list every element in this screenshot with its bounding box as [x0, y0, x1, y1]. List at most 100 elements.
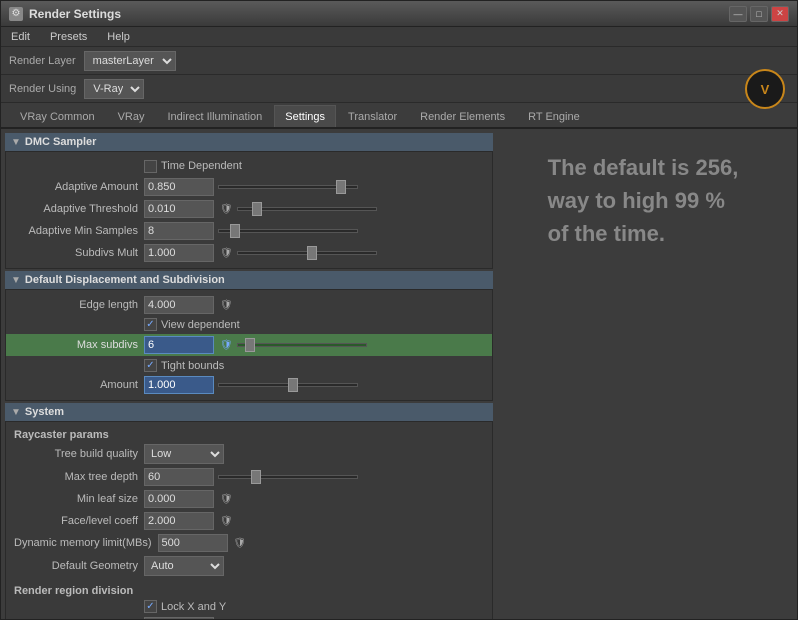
annotation-line2: way to high 99 % — [548, 186, 739, 217]
max-subdivs-input: 🛡 — [144, 336, 492, 354]
time-dependent-checkbox[interactable] — [144, 160, 157, 173]
dynamic-memory-field[interactable] — [158, 534, 228, 552]
menu-presets[interactable]: Presets — [46, 30, 91, 44]
adaptive-amount-slider-thumb[interactable] — [336, 180, 346, 194]
tabs-bar: VRay Common VRay Indirect Illumination S… — [1, 103, 797, 129]
edge-length-input: 🛡 — [144, 296, 484, 314]
face-level-input: 🛡 — [144, 512, 484, 530]
adaptive-threshold-slider-track — [237, 207, 377, 211]
menu-bar: Edit Presets Help — [1, 27, 797, 47]
view-dependent-label: View dependent — [161, 319, 240, 331]
default-geometry-select[interactable]: Auto Static Dynamic — [144, 556, 224, 576]
min-leaf-size-input: 🛡 — [144, 490, 484, 508]
render-layer-label: Render Layer — [9, 55, 76, 67]
system-title: System — [25, 406, 64, 418]
max-subdivs-label: Max subdivs — [14, 339, 144, 351]
amount-row: Amount — [14, 374, 484, 396]
max-tree-depth-label: Max tree depth — [14, 471, 144, 483]
tab-rt-engine[interactable]: RT Engine — [517, 105, 591, 127]
window-title: Render Settings — [29, 7, 121, 21]
tight-bounds-checkbox[interactable] — [144, 359, 157, 372]
render-layer-select[interactable]: masterLayer — [84, 51, 176, 71]
left-panel: ▼ DMC Sampler Time Dependent Adaptive — [5, 133, 493, 615]
tab-vray[interactable]: VRay — [107, 105, 156, 127]
max-subdivs-field[interactable] — [144, 336, 214, 354]
dmc-sampler-header[interactable]: ▼ DMC Sampler — [5, 133, 493, 151]
max-subdivs-row: Max subdivs 🛡 — [6, 334, 492, 356]
adaptive-amount-slider-track — [218, 185, 358, 189]
amount-slider-track — [218, 383, 358, 387]
dmc-sampler-body: Time Dependent Adaptive Amount — [5, 151, 493, 269]
max-tree-depth-slider-thumb[interactable] — [251, 470, 261, 484]
max-subdivs-slider-thumb[interactable] — [245, 338, 255, 352]
min-leaf-size-field[interactable] — [144, 490, 214, 508]
threshold-shield-icon: 🛡 — [220, 204, 233, 215]
default-geometry-input: Auto Static Dynamic — [144, 556, 484, 576]
dynamic-memory-label: Dynamic memory limit(MBs) — [14, 537, 158, 549]
vray-logo-text: V — [761, 82, 770, 97]
render-using-select[interactable]: V-Ray — [84, 79, 144, 99]
annotation-line1: The default is 256, — [548, 153, 739, 184]
default-geometry-label: Default Geometry — [14, 560, 144, 572]
adaptive-amount-field[interactable] — [144, 178, 214, 196]
tab-indirect-illumination[interactable]: Indirect Illumination — [156, 105, 273, 127]
system-body: Raycaster params Tree build quality Low … — [5, 421, 493, 619]
tab-translator[interactable]: Translator — [337, 105, 408, 127]
menu-edit[interactable]: Edit — [7, 30, 34, 44]
subdivs-mult-slider-thumb[interactable] — [307, 246, 317, 260]
minimize-button[interactable]: — — [729, 6, 747, 22]
displacement-body: Edge length 🛡 View dependent Max subdivs — [5, 289, 493, 401]
subdivs-shield-icon: 🛡 — [220, 248, 233, 259]
title-bar-left: ⚙ Render Settings — [9, 7, 121, 21]
face-level-row: Face/level coeff 🛡 — [14, 510, 484, 532]
face-level-field[interactable] — [144, 512, 214, 530]
tight-bounds-label: Tight bounds — [161, 360, 224, 372]
view-dependent-checkbox[interactable] — [144, 318, 157, 331]
dmc-arrow-icon: ▼ — [11, 137, 21, 148]
adaptive-amount-row: Adaptive Amount — [14, 176, 484, 198]
lock-xy-checkbox[interactable] — [144, 600, 157, 613]
time-dependent-input: Time Dependent — [144, 160, 484, 173]
displacement-header[interactable]: ▼ Default Displacement and Subdivision — [5, 271, 493, 289]
max-tree-depth-slider-track — [218, 475, 358, 479]
max-subdivs-slider-track — [237, 343, 367, 347]
subdivs-mult-slider-track — [237, 251, 377, 255]
menu-help[interactable]: Help — [103, 30, 134, 44]
subdivs-mult-field[interactable] — [144, 244, 214, 262]
adaptive-threshold-row: Adaptive Threshold 🛡 — [14, 198, 484, 220]
amount-slider-thumb[interactable] — [288, 378, 298, 392]
render-using-toolbar: Render Using V-Ray V — [1, 75, 797, 103]
tab-vray-common[interactable]: VRay Common — [9, 105, 106, 127]
adaptive-min-samples-field[interactable] — [144, 222, 214, 240]
tab-render-elements[interactable]: Render Elements — [409, 105, 516, 127]
render-layer-toolbar: Render Layer masterLayer — [1, 47, 797, 75]
system-header[interactable]: ▼ System — [5, 403, 493, 421]
displacement-section: ▼ Default Displacement and Subdivision E… — [5, 271, 493, 401]
tree-build-label: Tree build quality — [14, 448, 144, 460]
displacement-arrow-icon: ▼ — [11, 275, 21, 286]
lock-xy-label: Lock X and Y — [161, 601, 226, 613]
tree-build-select[interactable]: Low Medium High — [144, 444, 224, 464]
edge-length-label: Edge length — [14, 299, 144, 311]
max-tree-depth-field[interactable] — [144, 468, 214, 486]
close-button[interactable]: ✕ — [771, 6, 789, 22]
amount-field[interactable] — [144, 376, 214, 394]
subdivs-mult-label: Subdivs Mult — [14, 247, 144, 259]
default-geometry-row: Default Geometry Auto Static Dynamic — [14, 554, 484, 578]
adaptive-min-samples-row: Adaptive Min Samples — [14, 220, 484, 242]
adaptive-threshold-slider-thumb[interactable] — [252, 202, 262, 216]
system-section: ▼ System Raycaster params Tree build qua… — [5, 403, 493, 619]
tree-build-input: Low Medium High — [144, 444, 484, 464]
adaptive-threshold-label: Adaptive Threshold — [14, 203, 144, 215]
tab-settings[interactable]: Settings — [274, 105, 336, 127]
adaptive-threshold-field[interactable] — [144, 200, 214, 218]
lock-xy-row: Lock X and Y — [14, 598, 484, 615]
render-using-label: Render Using — [9, 83, 76, 95]
x-field[interactable] — [144, 617, 214, 619]
amount-input — [144, 376, 484, 394]
maximize-button[interactable]: □ — [750, 6, 768, 22]
x-input: 🛡 — [144, 617, 484, 619]
edge-length-field[interactable] — [144, 296, 214, 314]
adaptive-min-slider-thumb[interactable] — [230, 224, 240, 238]
subdivs-mult-row: Subdivs Mult 🛡 — [14, 242, 484, 264]
